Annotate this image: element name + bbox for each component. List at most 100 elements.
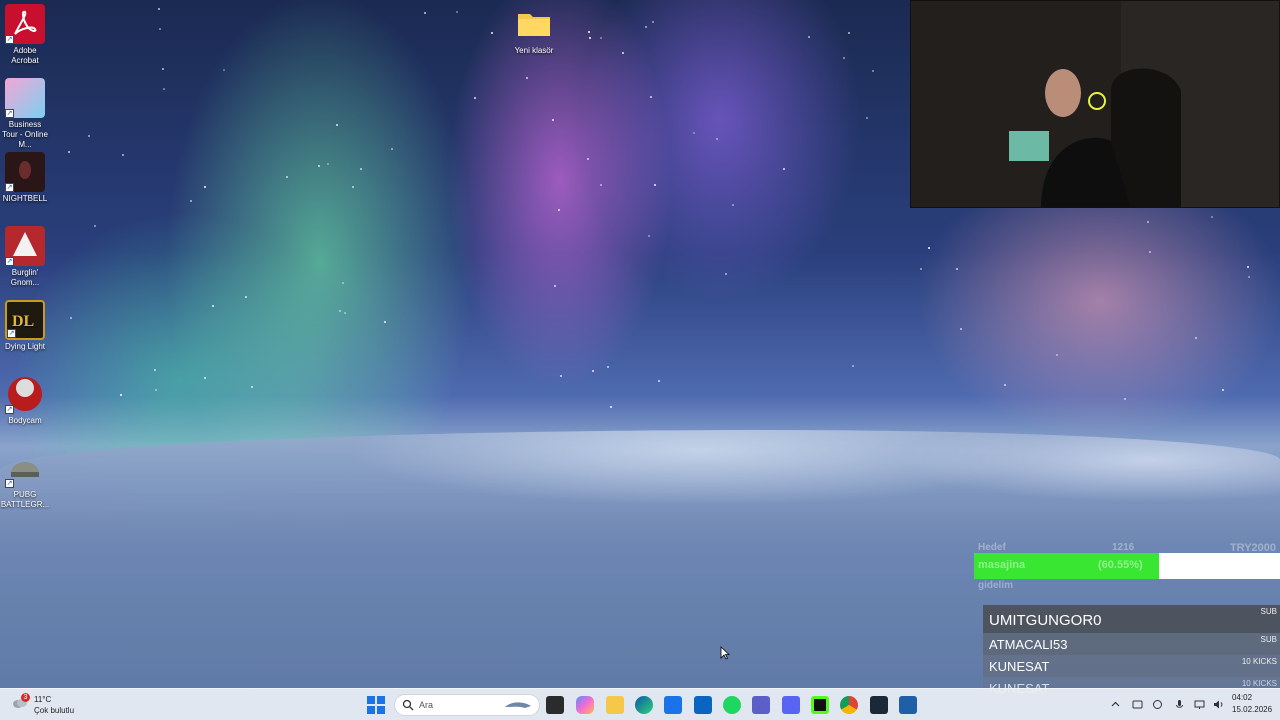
star xyxy=(716,138,718,140)
desktop-icon-pubg[interactable]: ↗ PUBG BATTLEGR... xyxy=(0,448,50,510)
star xyxy=(344,312,346,314)
event-row: KUNESAT 10 KICKS xyxy=(983,655,1280,677)
star xyxy=(158,8,160,10)
desktop-icon-label: Yeni klasör xyxy=(514,46,554,55)
star xyxy=(852,365,854,367)
star xyxy=(866,117,868,119)
star xyxy=(928,247,930,249)
spotify-icon[interactable] xyxy=(723,696,741,714)
star xyxy=(552,119,554,121)
network-icon[interactable] xyxy=(1194,699,1205,710)
star xyxy=(122,154,124,156)
star xyxy=(339,310,341,312)
star xyxy=(783,168,785,170)
microphone-icon[interactable] xyxy=(1174,699,1185,710)
star xyxy=(360,168,362,170)
desktop-icon-nightbell[interactable]: ↗ NIGHTBELL xyxy=(0,152,50,204)
desktop-icon-bodycam[interactable]: ↗ Bodycam xyxy=(0,374,50,426)
steam-icon[interactable] xyxy=(870,696,888,714)
star xyxy=(693,132,695,134)
svg-text:DL: DL xyxy=(12,313,34,330)
goal-progress-track: masajina (60.55%) xyxy=(974,553,1280,579)
star xyxy=(872,70,874,72)
star xyxy=(956,268,958,270)
event-name: UMITGUNGOR0 xyxy=(989,612,1102,629)
search-placeholder: Ara xyxy=(419,700,434,710)
event-row: UMITGUNGOR0 SUB xyxy=(983,605,1280,633)
star xyxy=(352,186,354,188)
file-explorer-icon[interactable] xyxy=(606,696,624,714)
weather-widget[interactable]: 3 11°C Çok bulutlu xyxy=(10,693,90,717)
star xyxy=(645,26,647,28)
goal-title: Hedef xyxy=(978,542,1006,553)
desktop-folder-yeni-klasor[interactable]: Yeni klasör xyxy=(509,4,559,56)
search-icon xyxy=(402,699,414,711)
star xyxy=(843,57,845,59)
search-highlight-icon xyxy=(505,702,531,708)
star xyxy=(658,380,660,382)
star xyxy=(654,184,656,186)
desktop-icon-business-tour[interactable]: ↗ Business Tour - Online M... xyxy=(0,78,50,150)
tray-app-icon[interactable] xyxy=(1152,699,1163,710)
volume-icon[interactable] xyxy=(1213,699,1224,710)
star xyxy=(162,68,164,70)
desktop-icon-burglin-gnomes[interactable]: ↗ Burglin' Gnom... xyxy=(0,226,50,288)
star xyxy=(336,124,338,126)
star xyxy=(251,386,253,388)
star xyxy=(589,37,591,39)
chevron-up-icon[interactable] xyxy=(1110,699,1121,710)
event-tag: SUB xyxy=(1260,607,1277,616)
copilot-icon[interactable] xyxy=(576,696,594,714)
donation-goal-widget: Hedef 1216 TRY2000 masajina (60.55%) gid… xyxy=(974,540,1280,591)
weather-temperature: 11°C xyxy=(34,695,52,704)
tray-app-icon[interactable] xyxy=(1132,699,1143,710)
folder-icon xyxy=(514,4,554,44)
nightbell-icon: ↗ xyxy=(5,152,45,192)
discord-icon[interactable] xyxy=(782,696,800,714)
desktop-icon-dying-light[interactable]: DL ↗ Dying Light xyxy=(0,300,50,352)
kick-icon[interactable] xyxy=(811,696,829,714)
star xyxy=(648,235,650,237)
star xyxy=(245,296,247,298)
star xyxy=(474,97,476,99)
desktop-icon-label: Burglin' Gnom... xyxy=(10,268,40,287)
business-tour-icon: ↗ xyxy=(5,78,45,118)
star xyxy=(588,31,590,33)
star xyxy=(391,148,393,150)
star xyxy=(960,328,962,330)
pubg-icon: ↗ xyxy=(5,448,45,488)
burglin-gnomes-icon: ↗ xyxy=(5,226,45,266)
taskbar-search[interactable]: Ara xyxy=(394,694,540,716)
event-list: UMITGUNGOR0 SUB ATMACALI53 SUB KUNESAT 1… xyxy=(983,605,1280,699)
star xyxy=(592,370,594,372)
store-icon[interactable] xyxy=(664,696,682,714)
teams-icon[interactable] xyxy=(752,696,770,714)
clock-date[interactable]: 15.02.2026 xyxy=(1232,705,1272,714)
shortcut-arrow-icon: ↗ xyxy=(5,109,14,118)
outlook-icon[interactable] xyxy=(694,696,712,714)
star xyxy=(607,366,609,368)
task-view-icon[interactable] xyxy=(546,696,564,714)
star xyxy=(1248,276,1250,278)
star xyxy=(600,37,602,39)
desktop-icon-adobe-acrobat[interactable]: ↗ Adobe Acrobat xyxy=(0,4,50,66)
mouse-cursor-icon xyxy=(720,646,730,660)
star xyxy=(1195,337,1197,339)
adobe-acrobat-icon: ↗ xyxy=(5,4,45,44)
star xyxy=(1222,389,1224,391)
star xyxy=(1247,266,1249,268)
shortcut-arrow-icon: ↗ xyxy=(7,329,16,338)
star xyxy=(327,163,329,165)
chrome-icon[interactable] xyxy=(840,696,858,714)
star xyxy=(920,268,922,270)
weather-condition: Çok bulutlu xyxy=(34,706,75,715)
star xyxy=(610,406,612,408)
edge-icon[interactable] xyxy=(635,696,653,714)
desktop-icon-label: Business Tour - Online M... xyxy=(2,120,48,149)
clock-time[interactable]: 04:02 xyxy=(1232,693,1252,702)
app-icon[interactable] xyxy=(899,696,917,714)
start-button[interactable] xyxy=(367,696,385,714)
star xyxy=(190,200,192,202)
star xyxy=(560,375,562,377)
star xyxy=(1211,216,1213,218)
